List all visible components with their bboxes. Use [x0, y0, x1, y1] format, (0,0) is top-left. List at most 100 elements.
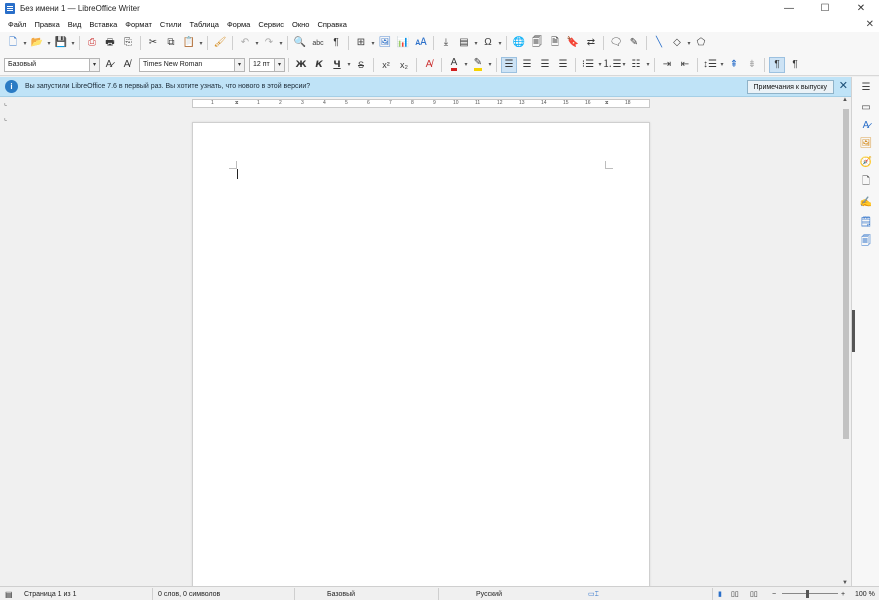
chevron-down-icon[interactable]: ▾ [89, 58, 99, 71]
ruler-right-indent-marker[interactable]: ⧖ [605, 100, 609, 106]
menu-window[interactable]: Окно [288, 20, 313, 29]
cut-icon[interactable]: ✂ [145, 35, 161, 51]
hyperlink-icon[interactable]: 🌐 [511, 35, 527, 51]
zoom-slider-handle[interactable] [806, 590, 809, 598]
print-icon[interactable]: 🖶 [102, 35, 118, 51]
underline-dropdown-icon[interactable]: ▾ [346, 57, 352, 73]
new-style-icon[interactable]: A̸ [119, 57, 135, 73]
maximize-button[interactable]: ☐ [807, 0, 843, 17]
menu-styles[interactable]: Стили [156, 20, 186, 29]
multi-page-view-icon[interactable]: ▯▯ [731, 589, 739, 599]
increase-indent-icon[interactable]: ⇥ [659, 57, 675, 73]
superscript-button[interactable]: x² [378, 57, 394, 73]
menu-file[interactable]: Файл [4, 20, 30, 29]
subscript-button[interactable]: x₂ [396, 57, 412, 73]
insert-field-icon[interactable]: ▤ [456, 35, 472, 51]
undo-dropdown-icon[interactable]: ▾ [254, 35, 260, 51]
rtl-paragraph-icon[interactable]: ¶ [787, 57, 803, 73]
close-icon[interactable]: ✕ [839, 79, 848, 92]
font-size-combo[interactable]: 12 пт ▾ [249, 57, 285, 72]
design-icon[interactable]: 🗐 [858, 234, 874, 250]
new-document-icon[interactable]: 🗋 [5, 35, 21, 51]
export-pdf-icon[interactable]: ⎙ [84, 35, 100, 51]
menu-edit[interactable]: Правка [30, 20, 63, 29]
properties-icon[interactable]: ▭ [858, 99, 874, 115]
line-spacing-dropdown-icon[interactable]: ▾ [719, 57, 725, 73]
bookmark-icon[interactable]: 🔖 [565, 35, 581, 51]
undo-icon[interactable]: ↶ [237, 35, 253, 51]
outline-dropdown-icon[interactable]: ▾ [645, 57, 651, 73]
align-right-icon[interactable]: ☰ [537, 57, 553, 73]
gallery-icon[interactable]: 🖼 [858, 135, 874, 151]
style-inspector-icon[interactable]: ✍ [858, 194, 874, 210]
cross-reference-icon[interactable]: ⇄ [583, 35, 599, 51]
word-count[interactable]: 0 слов, 0 символов [158, 589, 220, 599]
numbered-list-icon[interactable]: ⒈☰ [603, 57, 622, 73]
open-folder-icon[interactable]: 📂 [29, 35, 45, 51]
strikethrough-button[interactable]: S [353, 57, 369, 73]
navigator-icon[interactable]: 🧭 [858, 154, 874, 170]
decrease-paragraph-spacing-icon[interactable]: ⇟ [744, 57, 760, 73]
font-name-combo[interactable]: Times New Roman ▾ [139, 57, 245, 72]
bold-button[interactable]: Ж [293, 57, 309, 73]
paste-dropdown-icon[interactable]: ▾ [198, 35, 204, 51]
page-count[interactable]: Страница 1 из 1 [24, 589, 76, 599]
styles-icon[interactable]: A̷ [858, 117, 874, 133]
font-color-dropdown-icon[interactable]: ▾ [463, 57, 469, 73]
paste-icon[interactable]: 📋 [181, 35, 197, 51]
close-document-icon[interactable]: ✕ [866, 17, 874, 32]
sidebar-menu-icon[interactable]: ☰ [858, 79, 874, 95]
italic-button[interactable]: К [311, 57, 327, 73]
comment-icon[interactable]: 🗨 [608, 35, 624, 51]
clear-formatting-icon[interactable]: A̸ [421, 57, 437, 73]
vertical-scrollbar[interactable]: ▲ ▼ [840, 97, 851, 586]
page-break-icon[interactable]: ⤓ [438, 35, 454, 51]
zoom-slider-track[interactable] [782, 593, 838, 594]
menu-format[interactable]: Формат [121, 20, 156, 29]
basic-shapes-icon[interactable]: ◇ [669, 35, 685, 51]
menu-view[interactable]: Вид [64, 20, 86, 29]
field-dropdown-icon[interactable]: ▾ [473, 35, 479, 51]
menu-insert[interactable]: Вставка [85, 20, 121, 29]
insert-table-icon[interactable]: ⊞ [353, 35, 369, 51]
menu-table[interactable]: Таблица [186, 20, 223, 29]
print-preview-icon[interactable]: ⎘ [120, 35, 136, 51]
ruler-indent-marker[interactable]: ⧖ [235, 100, 239, 106]
tab-stop-selector-icon[interactable]: ⌞ [4, 99, 7, 107]
footnote-icon[interactable]: 🗐 [529, 35, 545, 51]
formatting-marks-icon[interactable]: ¶ [328, 35, 344, 51]
special-char-dropdown-icon[interactable]: ▾ [497, 35, 503, 51]
menu-form[interactable]: Форма [223, 20, 254, 29]
draw-functions-icon[interactable]: ⬠ [693, 35, 709, 51]
insert-chart-icon[interactable]: 📊 [395, 35, 411, 51]
selection-mode-icon[interactable]: ▭⌶ [588, 589, 599, 599]
justify-icon[interactable]: ☰ [555, 57, 571, 73]
page-style-status[interactable]: Базовый [327, 589, 355, 599]
increase-paragraph-spacing-icon[interactable]: ⇞ [726, 57, 742, 73]
minimize-button[interactable]: — [771, 0, 807, 17]
highlight-color-icon[interactable]: ✎ [470, 57, 486, 73]
zoom-in-icon[interactable]: + [841, 589, 845, 599]
language-status[interactable]: Русский [476, 589, 502, 599]
shapes-dropdown-icon[interactable]: ▾ [686, 35, 692, 51]
manage-changes-icon[interactable]: 🗒 [858, 214, 874, 230]
align-center-icon[interactable]: ☰ [519, 57, 535, 73]
insert-textbox-icon[interactable]: 🗚 [413, 35, 429, 51]
font-color-icon[interactable]: A [446, 57, 462, 73]
scrollbar-thumb[interactable] [843, 109, 849, 439]
chevron-down-icon[interactable]: ▾ [274, 58, 284, 71]
zoom-level[interactable]: 100 % [855, 589, 875, 599]
line-spacing-icon[interactable]: ↕☰ [702, 57, 718, 73]
update-style-icon[interactable]: A̷ [101, 57, 117, 73]
page-icon[interactable]: 🗋 [858, 174, 874, 190]
book-view-icon[interactable]: ▯▯ [750, 589, 758, 599]
align-left-icon[interactable]: ☰ [501, 56, 517, 73]
highlight-dropdown-icon[interactable]: ▾ [487, 57, 493, 73]
document-status-icon[interactable]: ▤ [5, 589, 13, 599]
horizontal-ruler[interactable]: 1 ⧖ 1 2 3 4 5 6 7 8 9 10 11 12 13 14 15 … [192, 99, 650, 108]
spelling-icon[interactable]: abc [310, 35, 326, 51]
endnote-icon[interactable]: 🗎 [547, 35, 563, 51]
outline-list-icon[interactable]: ☷ [628, 57, 644, 73]
chevron-down-icon[interactable]: ▾ [234, 58, 244, 71]
insert-line-icon[interactable]: ╲ [651, 35, 667, 51]
